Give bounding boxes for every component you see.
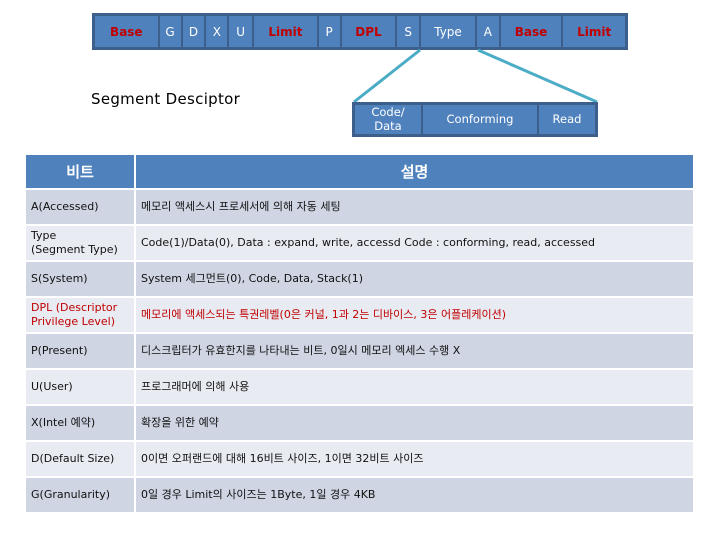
table-row-highlighted: DPL (Descriptor Privilege Level) 메모리에 액세…	[26, 298, 693, 332]
table-header-row: 비트 설명	[26, 155, 693, 188]
descriptor-field-bar: Base G D X U Limit P DPL S Type A Base L…	[92, 13, 628, 50]
field-d: D	[182, 16, 205, 47]
bit-description: 프로그래머에 의해 사용	[136, 370, 693, 404]
bit-description: Code(1)/Data(0), Data : expand, write, a…	[136, 226, 693, 260]
descriptor-title: Segment Desciptor	[91, 90, 241, 108]
table-row: S(System) System 세그먼트(0), Code, Data, St…	[26, 262, 693, 296]
field-x: X	[206, 16, 228, 47]
bit-name: U(User)	[26, 370, 136, 404]
column-header-bit: 비트	[26, 155, 136, 188]
bit-description: 0이면 오퍼랜드에 대해 16비트 사이즈, 1이면 32비트 사이즈	[136, 442, 693, 476]
field-limit-low: Limit	[563, 16, 626, 47]
bit-description-table: 비트 설명 A(Accessed) 메모리 액세스시 프로세서에 의해 자동 세…	[26, 153, 693, 514]
bit-name: X(Intel 예약)	[26, 406, 136, 440]
bit-name: G(Granularity)	[26, 478, 136, 512]
type-bit-read: Read	[539, 105, 595, 134]
bit-description: 0일 경우 Limit의 사이즈는 1Byte, 1일 경우 4KB	[136, 478, 693, 512]
field-limit-high: Limit	[254, 16, 317, 47]
table-row: P(Present) 디스크립터가 유효한지를 나타내는 비트, 0일시 메모리…	[26, 334, 693, 368]
table-row: G(Granularity) 0일 경우 Limit의 사이즈는 1Byte, …	[26, 478, 693, 512]
table-row: Type (Segment Type) Code(1)/Data(0), Dat…	[26, 226, 693, 260]
field-u: U	[229, 16, 253, 47]
connector-line-right	[477, 48, 598, 104]
field-g: G	[159, 16, 181, 47]
type-bit-conforming: Conforming	[423, 105, 537, 134]
bit-description: 메모리에 액세스되는 특권레벨(0은 커널, 1과 2는 디바이스, 3은 어플…	[136, 298, 693, 332]
table-row: U(User) 프로그래머에 의해 사용	[26, 370, 693, 404]
field-type: Type	[421, 16, 475, 47]
field-base-low: Base	[500, 16, 562, 47]
bit-name: P(Present)	[26, 334, 136, 368]
bit-name: DPL (Descriptor Privilege Level)	[26, 298, 136, 332]
column-header-description: 설명	[136, 155, 693, 188]
table-row: A(Accessed) 메모리 액세스시 프로세서에 의해 자동 세팅	[26, 190, 693, 224]
field-a: A	[476, 16, 499, 47]
bit-description: 디스크립터가 유효한지를 나타내는 비트, 0일시 메모리 엑세스 수행 X	[136, 334, 693, 368]
field-p: P	[318, 16, 340, 47]
bit-name: D(Default Size)	[26, 442, 136, 476]
bit-name: A(Accessed)	[26, 190, 136, 224]
bit-description: System 세그먼트(0), Code, Data, Stack(1)	[136, 262, 693, 296]
field-base-high: Base	[95, 16, 158, 47]
table-row: D(Default Size) 0이면 오퍼랜드에 대해 16비트 사이즈, 1…	[26, 442, 693, 476]
connector-line-left	[353, 48, 421, 104]
bit-description: 확장을 위한 예약	[136, 406, 693, 440]
bit-name: S(System)	[26, 262, 136, 296]
bit-description: 메모리 액세스시 프로세서에 의해 자동 세팅	[136, 190, 693, 224]
type-breakdown-bar: Code/ Data Conforming Read	[352, 102, 598, 137]
field-dpl: DPL	[341, 16, 396, 47]
bit-name: Type (Segment Type)	[26, 226, 136, 260]
table-row: X(Intel 예약) 확장을 위한 예약	[26, 406, 693, 440]
field-s: S	[397, 16, 420, 47]
type-bit-code-data: Code/ Data	[355, 105, 421, 134]
